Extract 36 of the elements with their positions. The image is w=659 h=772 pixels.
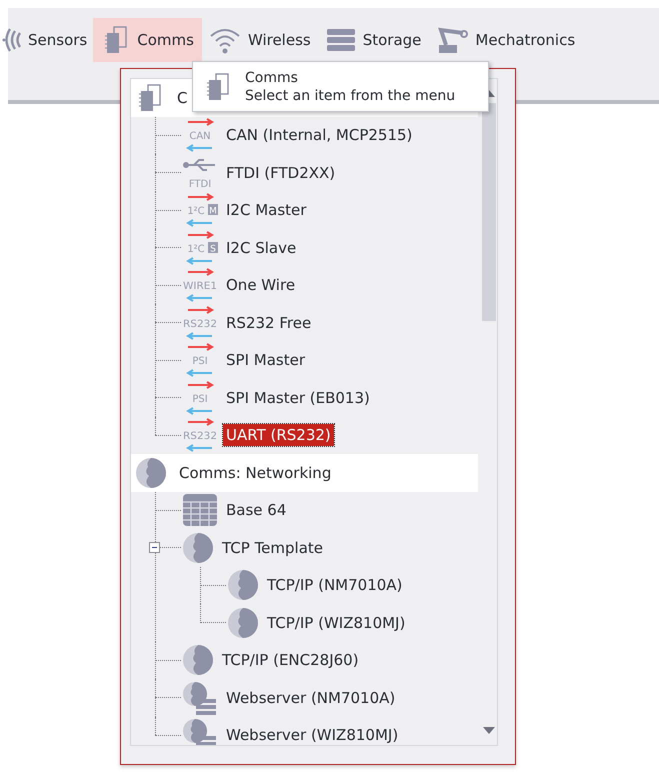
menu-item[interactable]: SPI Master [223,349,308,372]
menu-item[interactable]: TCP/IP (WIZ810MJ) [264,612,408,634]
menu-item[interactable]: FTDI (FTD2XX) [223,162,338,184]
tooltip-text: Select an item from the menu [245,86,456,104]
menu-item[interactable]: Webserver (WIZ810MJ) [223,724,402,745]
scrollbar-thumb[interactable] [482,103,496,321]
robot-arm-icon [435,25,470,55]
signal-waves-icon [2,28,22,52]
scroll-down-icon[interactable] [483,727,495,735]
menu-item[interactable]: I2C Slave [223,236,300,259]
globe-icon [182,644,214,676]
globe-icon [182,532,214,564]
globe-icon [227,606,259,639]
tooltip-title: Comms [245,68,299,86]
menu-item[interactable]: SPI Master (EB013) [223,386,373,409]
toolbar-tab[interactable]: Comms [93,18,202,62]
group-header[interactable]: Comms: Networking [131,454,478,492]
menu-item[interactable]: CAN (Internal, MCP2515) [223,124,416,146]
toolbar-tab[interactable]: Sensors [0,18,96,62]
grid-icon [182,493,218,528]
menu-item[interactable]: RS232 Free [223,312,314,334]
toolbar-tab[interactable]: Mechatronics [427,18,584,62]
collapse-toggle[interactable] [149,542,160,553]
menu-item[interactable]: I2C Master [223,199,310,222]
menu-item[interactable]: TCP Template [219,536,326,559]
menu-item[interactable]: TCP/IP (NM7010A) [264,574,406,596]
menu-item[interactable]: TCP/IP (ENC28J60) [219,649,362,672]
web-server-icon [182,680,218,715]
toolbar-tab[interactable]: Storage [316,18,430,62]
menu-item[interactable]: One Wire [223,274,298,296]
globe-icon [227,569,259,602]
toolbar-tab[interactable]: Wireless [200,18,319,62]
menu-item[interactable]: Webserver (NM7010A) [223,686,398,709]
menu-item[interactable]: Base 64 [223,499,290,522]
globe-icon [135,456,167,489]
menu-item[interactable]: UART (RS232) [223,424,334,446]
